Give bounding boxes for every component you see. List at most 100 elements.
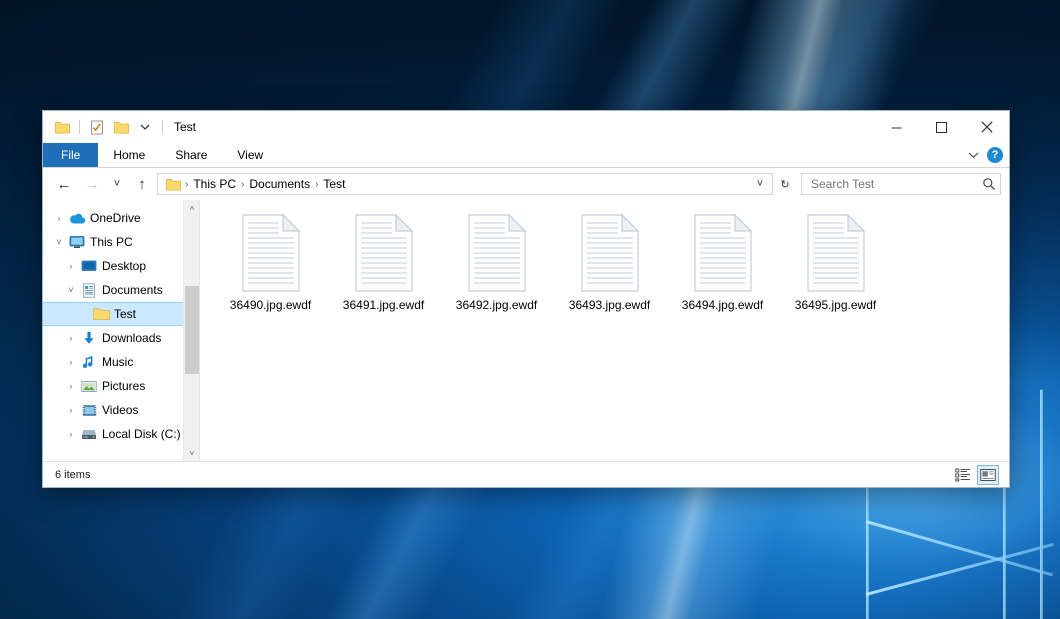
sidebar-item-desktop[interactable]: › Desktop [43,254,199,278]
expand-chevron-icon[interactable]: › [63,430,79,439]
ribbon-right-controls: ? [968,143,1003,167]
address-bar[interactable]: › This PC › Documents › Test ˅ [157,173,773,195]
title-bar[interactable]: Test [43,111,1009,143]
file-name-label: 36490.jpg.ewdf [230,298,311,312]
folder-icon[interactable] [52,117,72,137]
sidebar-item-label: Videos [102,403,138,417]
generic-file-icon [239,214,303,292]
expand-chevron-icon[interactable]: › [63,358,79,367]
file-name-label: 36492.jpg.ewdf [456,298,537,312]
tab-view[interactable]: View [222,143,278,167]
sidebar-item-label: Music [102,355,133,369]
sidebar-item-music[interactable]: › Music [43,350,199,374]
up-button[interactable]: ↑ [129,172,155,196]
navigation-tree: › OneDrive ˅ [43,200,199,446]
search-input[interactable] [809,176,982,192]
sidebar-item-downloads[interactable]: › Downloads [43,326,199,350]
sidebar-item-label: Local Disk (C:) [102,427,181,441]
breadcrumb-item-this-pc[interactable]: This PC [189,177,240,191]
sidebar-item-pictures[interactable]: › Pictures [43,374,199,398]
sidebar-item-onedrive[interactable]: › OneDrive [43,206,199,230]
breadcrumb-item-test[interactable]: Test [319,177,349,191]
sidebar-item-videos[interactable]: › Videos [43,398,199,422]
music-note-icon [79,355,99,370]
generic-file-icon [352,214,416,292]
tab-home[interactable]: Home [98,143,160,167]
details-view-button[interactable] [952,465,974,485]
sidebar-item-label: This PC [90,235,133,249]
file-name-label: 36494.jpg.ewdf [682,298,763,312]
hard-drive-icon [79,428,99,441]
documents-icon [79,283,99,298]
tab-file[interactable]: File [43,143,98,167]
maximize-button[interactable] [919,111,964,143]
file-item[interactable]: 36494.jpg.ewdf [666,210,779,312]
file-explorer-window: Test File Home Share View ? ← → ˅ [42,110,1010,488]
chevron-down-icon[interactable] [968,146,979,164]
large-icons-view-button[interactable] [977,465,999,485]
view-mode-buttons [952,462,999,487]
sidebar-item-this-pc[interactable]: ˅ This PC [43,230,199,254]
search-icon[interactable] [982,177,996,191]
expand-chevron-icon[interactable]: › [63,406,79,415]
sidebar-item-label: Documents [102,283,163,297]
scroll-up-icon[interactable]: ˄ [184,200,200,216]
navigation-pane: › OneDrive ˅ [43,200,200,461]
collapse-chevron-icon[interactable]: ˅ [63,286,79,295]
ribbon-tab-bar: File Home Share View ? [43,143,1009,168]
sidebar-item-label: OneDrive [90,211,141,225]
collapse-chevron-icon[interactable]: ˅ [51,238,67,247]
sidebar-item-label: Desktop [102,259,146,273]
generic-file-icon [691,214,755,292]
window-body: › OneDrive ˅ [43,200,1009,461]
new-folder-icon[interactable] [111,117,131,137]
file-item[interactable]: 36495.jpg.ewdf [779,210,892,312]
navigation-pane-scrollbar[interactable]: ˄ ˅ [183,200,199,461]
file-item[interactable]: 36491.jpg.ewdf [327,210,440,312]
sidebar-item-label: Downloads [102,331,161,345]
expand-chevron-icon[interactable]: › [51,214,67,223]
quick-access-toolbar [43,111,166,143]
forward-button: → [79,172,105,196]
status-bar: 6 items [43,461,1009,487]
scrollbar-thumb[interactable] [185,286,199,374]
sidebar-item-documents[interactable]: ˅ Documents [43,278,199,302]
expand-chevron-icon[interactable]: › [63,334,79,343]
videos-film-icon [79,404,99,417]
generic-file-icon [578,214,642,292]
file-name-label: 36491.jpg.ewdf [343,298,424,312]
properties-icon[interactable] [87,117,107,137]
sidebar-item-local-disk-c[interactable]: › Local Disk (C:) [43,422,199,446]
file-list-area[interactable]: 36490.jpg.ewdf [200,200,1009,461]
customize-chevron-icon[interactable] [135,117,155,137]
sidebar-item-label: Test [114,307,136,321]
tab-share[interactable]: Share [160,143,222,167]
expand-chevron-icon[interactable]: › [63,262,79,271]
window-title: Test [174,120,196,134]
generic-file-icon [465,214,529,292]
back-button[interactable]: ← [51,172,77,196]
close-button[interactable] [964,111,1009,143]
file-grid: 36490.jpg.ewdf [214,210,1009,318]
file-item[interactable]: 36493.jpg.ewdf [553,210,666,312]
recent-locations-button[interactable]: ˅ [107,172,127,196]
search-box[interactable] [801,173,1001,195]
folder-icon [91,307,111,321]
expand-chevron-icon[interactable]: › [63,382,79,391]
help-icon[interactable]: ? [987,147,1003,163]
sidebar-item-test[interactable]: Test [43,302,199,326]
scroll-down-icon[interactable]: ˅ [184,445,200,461]
breadcrumb: › This PC › Documents › Test [163,177,750,191]
minimize-button[interactable] [874,111,919,143]
generic-file-icon [804,214,868,292]
sidebar-item-label: Pictures [102,379,145,393]
file-item[interactable]: 36492.jpg.ewdf [440,210,553,312]
downloads-arrow-icon [79,331,99,346]
address-dropdown-icon[interactable]: ˅ [750,174,770,194]
breadcrumb-item-documents[interactable]: Documents [245,177,314,191]
file-name-label: 36495.jpg.ewdf [795,298,876,312]
qat-separator-2 [162,120,163,134]
refresh-button[interactable]: ↻ [775,174,795,194]
this-pc-monitor-icon [67,235,87,249]
file-item[interactable]: 36490.jpg.ewdf [214,210,327,312]
